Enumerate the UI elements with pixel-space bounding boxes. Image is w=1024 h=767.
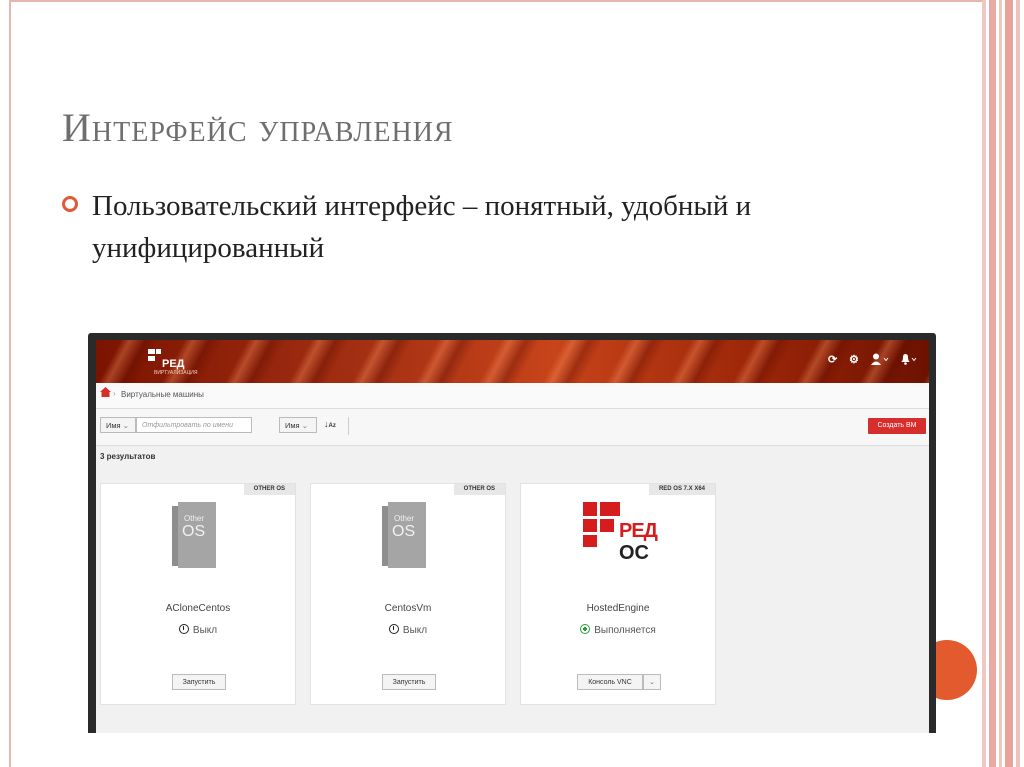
os-icon-line2: OS	[392, 523, 416, 540]
os-tag: RED OS 7.X X64	[648, 484, 715, 495]
app-window: РЕД ВИРТУАЛИЗАЦИЯ ⟳ ⚙ › Виртуальные маши…	[96, 340, 929, 733]
red-os-logo: РЕД ОС	[583, 500, 659, 570]
vm-status: Выполняется	[521, 624, 715, 636]
chevron-down-icon: ⌄	[649, 679, 655, 686]
os-icon-line1: Other	[394, 514, 415, 523]
slide-side-stripes	[982, 0, 1024, 767]
toolbar: Имя ⌄ Отфильтровать по имени Имя ⌄ ↓Aᴢ С…	[96, 409, 929, 446]
slide-frame-left	[9, 0, 11, 767]
red-os-logo-line2: ОС	[619, 542, 649, 564]
start-button[interactable]: Запустить	[172, 674, 226, 690]
bell-icon[interactable]	[899, 353, 917, 369]
sort-alpha-icon[interactable]: ↓Aᴢ	[324, 419, 336, 429]
toolbar-divider	[348, 417, 349, 435]
red-os-logo-line1: РЕД	[619, 520, 658, 542]
vnc-console-menu-button[interactable]: ⌄	[643, 674, 661, 690]
slide-frame-top	[9, 0, 984, 2]
vm-card[interactable]: OTHER OS Other OS ACloneCentos Выкл Запу…	[100, 483, 296, 705]
app-header: РЕД ВИРТУАЛИЗАЦИЯ ⟳ ⚙	[96, 340, 929, 383]
vm-name[interactable]: ACloneCentos	[101, 603, 295, 614]
os-icon-line2: OS	[182, 523, 206, 540]
create-vm-button[interactable]: Создать ВМ	[868, 418, 926, 434]
bullet-text: Пользовательский интерфейс – понятный, у…	[92, 190, 752, 264]
logo-subtext: ВИРТУАЛИЗАЦИЯ	[154, 370, 198, 376]
gear-icon[interactable]: ⚙	[849, 353, 859, 367]
chevron-down-icon: ⌄	[122, 421, 129, 430]
other-os-icon: Other OS	[382, 502, 426, 570]
user-icon[interactable]	[871, 353, 889, 369]
vm-name[interactable]: CentosVm	[311, 603, 505, 614]
vm-status-text: Выполняется	[594, 625, 656, 636]
os-icon-line1: Other	[184, 514, 205, 523]
chevron-right-icon: ›	[113, 389, 116, 398]
logo-text: РЕД	[162, 358, 185, 370]
slide-title: Интерфейс управления	[62, 105, 454, 150]
vm-name[interactable]: HostedEngine	[521, 603, 715, 614]
running-icon	[580, 624, 591, 634]
vm-status-text: Выкл	[402, 625, 428, 636]
vm-card[interactable]: OTHER OS Other OS CentosVm Выкл Запустит…	[310, 483, 506, 705]
filter-field-select[interactable]: Имя ⌄	[100, 417, 136, 433]
filter-field-value: Имя	[106, 421, 121, 430]
vm-status: Выкл	[311, 624, 505, 636]
vnc-console-button[interactable]: Консоль VNC	[577, 674, 643, 690]
app-screenshot: РЕД ВИРТУАЛИЗАЦИЯ ⟳ ⚙ › Виртуальные маши…	[88, 333, 936, 733]
results-count: 3 результатов	[100, 452, 156, 461]
sort-field-value: Имя	[285, 421, 300, 430]
home-icon[interactable]	[100, 387, 111, 397]
chevron-down-icon: ⌄	[301, 421, 308, 430]
start-button[interactable]: Запустить	[382, 674, 436, 690]
refresh-icon[interactable]: ⟳	[828, 353, 837, 367]
breadcrumb: › Виртуальные машины	[96, 383, 929, 409]
breadcrumb-item[interactable]: Виртуальные машины	[121, 390, 204, 399]
other-os-icon: Other OS	[172, 502, 216, 570]
vm-status-text: Выкл	[192, 625, 218, 636]
os-tag: OTHER OS	[453, 484, 505, 495]
power-off-icon	[178, 624, 189, 634]
power-off-icon	[388, 624, 399, 634]
bullet-icon	[62, 196, 78, 212]
filter-input[interactable]: Отфильтровать по имени	[136, 417, 252, 433]
sort-field-select[interactable]: Имя ⌄	[279, 417, 317, 433]
vm-card[interactable]: RED OS 7.X X64 РЕД ОС HostedEngine Выпол…	[520, 483, 716, 705]
os-tag: OTHER OS	[243, 484, 295, 495]
vm-status: Выкл	[101, 624, 295, 636]
